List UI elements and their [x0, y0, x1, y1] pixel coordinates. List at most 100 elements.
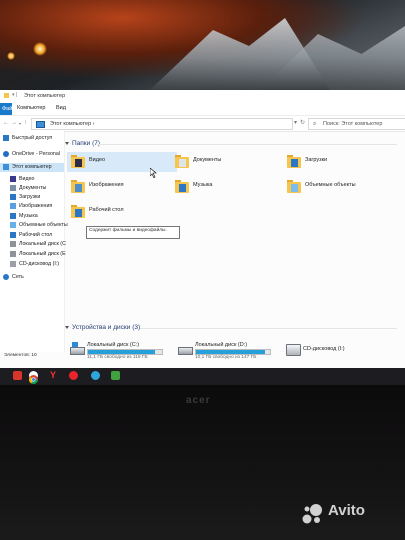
computer-icon — [36, 121, 45, 128]
sidebar-item-label: Объемные объекты — [19, 222, 68, 228]
up-arrow-icon[interactable]: ↑ — [24, 120, 27, 126]
network-icon — [3, 274, 9, 280]
sidebar-item-label: Видео — [19, 176, 35, 182]
drive-label: Локальный диск (D:) — [195, 342, 248, 348]
sidebar-item-label: OneDrive - Personal — [12, 151, 60, 157]
sidebar-item[interactable]: Этот компьютер — [0, 163, 64, 172]
title-bar: ▾ | Этот компьютер — [0, 90, 405, 104]
cloud-icon — [3, 151, 9, 157]
search-icon: ⌕ — [313, 121, 317, 127]
sidebar-item[interactable]: Объемные объекты — [0, 221, 68, 230]
recent-chevron-icon[interactable]: ▾ — [19, 121, 21, 126]
watermark-text: Avito — [328, 502, 365, 519]
cd-drive-icon — [10, 261, 16, 267]
opera-icon[interactable] — [69, 371, 78, 380]
sidebar-item-label: Документы — [19, 185, 47, 191]
sidebar-item[interactable]: Быстрый доступ — [0, 134, 64, 143]
address-path: Этот компьютер › — [50, 121, 95, 127]
tab-computer[interactable]: Компьютер — [17, 105, 45, 111]
documents-folder-icon — [10, 185, 16, 191]
folder-label: Рабочий стол — [89, 207, 124, 213]
sidebar-item[interactable]: Изображения — [0, 202, 64, 211]
yandex-icon[interactable]: Y — [50, 371, 59, 380]
folder-label: Документы — [193, 157, 222, 163]
taskbar: Y — [0, 368, 405, 385]
folder-tile[interactable]: Музыка — [171, 177, 281, 197]
drive-icon — [10, 241, 16, 247]
folder-label: Загрузки — [305, 157, 328, 163]
sidebar-item[interactable]: Рабочий стол — [0, 231, 64, 240]
desktop-wallpaper — [0, 0, 405, 90]
sidebar-item-label: Этот компьютер — [12, 164, 52, 170]
sidebar-item[interactable]: Загрузки — [0, 193, 64, 202]
computer-icon — [3, 164, 9, 170]
music-folder-icon — [175, 179, 189, 193]
sidebar-item[interactable]: Документы — [0, 184, 64, 193]
3d-objects-folder-icon — [10, 222, 16, 228]
sidebar-item-label: Быстрый доступ — [12, 135, 53, 141]
downloads-folder-icon — [10, 194, 16, 200]
sidebar-item-label: Локальный диск (C — [19, 241, 66, 247]
folder-label: Изображения — [89, 182, 124, 188]
ribbon-tabs: Файл Компьютер Вид — [0, 103, 405, 115]
windows-logo-icon — [72, 342, 78, 347]
mouse-cursor-icon — [150, 168, 157, 178]
sidebar-item[interactable]: OneDrive - Personal — [0, 150, 64, 159]
star-icon — [3, 135, 9, 141]
downloads-folder-icon — [287, 154, 301, 168]
lantern-light — [7, 52, 15, 60]
folder-tile[interactable]: Видео — [67, 152, 177, 172]
chrome-icon[interactable] — [28, 371, 39, 385]
desktop-folder-icon — [10, 232, 16, 238]
sidebar-item-label: Музыка — [19, 213, 38, 219]
video-folder-icon — [10, 176, 16, 182]
content-pane: Папки (7) Видео Документы Загрузки Изображе… — [65, 130, 405, 360]
sidebar-item[interactable]: CD-дисковод (I:) — [0, 260, 64, 269]
music-folder-icon — [10, 213, 16, 219]
address-input[interactable]: Этот компьютер › — [31, 118, 293, 130]
folder-label: Видео — [89, 157, 106, 163]
folder-tile[interactable]: Изображения — [67, 177, 177, 197]
sidebar-item[interactable]: Сеть — [0, 273, 64, 282]
laptop-bezel: acer Avito — [0, 385, 405, 540]
sidebar-item-label: Сеть — [12, 274, 24, 280]
folder-tile[interactable]: Объемные объекты — [283, 177, 393, 197]
divider — [97, 144, 397, 145]
sidebar-item-label: Загрузки — [19, 194, 41, 200]
windows-icon[interactable] — [13, 371, 22, 380]
search-input[interactable]: ⌕ Поиск: Этот компьютер — [308, 118, 405, 130]
divider — [140, 328, 397, 329]
sidebar-item[interactable]: Музыка — [0, 212, 64, 221]
folder-label: Объемные объекты — [305, 182, 356, 188]
tab-file[interactable]: Файл — [0, 103, 16, 115]
sidebar-item[interactable]: Локальный диск (C — [0, 240, 66, 249]
folder-tile[interactable]: Документы — [171, 152, 281, 172]
status-bar: Элементов: 10 — [0, 352, 405, 360]
drives-group-header[interactable]: Устройства и диски (3) — [65, 324, 140, 331]
sidebar-item[interactable]: Локальный диск (E — [0, 250, 66, 259]
folder-tile[interactable]: Загрузки — [283, 152, 393, 172]
folder-tile[interactable]: Рабочий стол — [67, 202, 177, 222]
folder-label: Музыка — [193, 182, 213, 188]
tab-view[interactable]: Вид — [56, 105, 66, 111]
documents-folder-icon — [175, 154, 189, 168]
folder-tooltip: Содержит фильмы и видеофайлы. — [86, 226, 180, 239]
brand-logo: acer — [186, 395, 211, 406]
pictures-folder-icon — [71, 179, 85, 193]
app-icon[interactable] — [111, 371, 120, 380]
forward-arrow-icon[interactable]: → — [11, 120, 17, 126]
telegram-icon[interactable] — [91, 371, 100, 380]
file-explorer-window: ▾ | Этот компьютер Файл Компьютер Вид ← … — [0, 90, 405, 368]
quick-access-toolbar-icon[interactable]: ▾ | — [12, 92, 17, 98]
refresh-icon[interactable]: ↻ — [300, 119, 305, 126]
lantern-light — [33, 42, 47, 56]
address-dropdown-icon[interactable]: ▾ — [294, 119, 297, 126]
back-arrow-icon[interactable]: ← — [3, 120, 9, 126]
video-folder-icon — [71, 154, 85, 168]
folder-icon — [4, 93, 9, 98]
drive-icon — [10, 251, 16, 257]
sidebar-item-label: Рабочий стол — [19, 232, 53, 238]
window-title: Этот компьютер — [24, 93, 66, 99]
folders-group-header[interactable]: Папки (7) — [65, 140, 100, 147]
sidebar-item[interactable]: Видео — [0, 175, 64, 184]
